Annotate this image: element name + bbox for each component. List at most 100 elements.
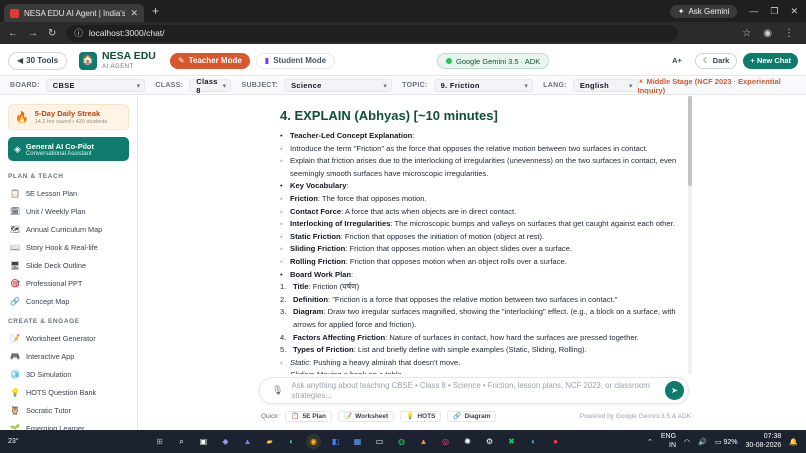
wifi-icon[interactable]: ◠ — [684, 438, 690, 446]
sidebar-create-item[interactable]: 🎮 Interactive App — [10, 347, 137, 365]
scrollbar-thumb[interactable] — [688, 96, 692, 186]
settings-icon[interactable]: ⚙ — [482, 434, 497, 449]
quick-diagram-button[interactable]: 🔗 Diagram — [447, 410, 497, 422]
quick-worksheet-button[interactable]: 📝 Worksheet — [338, 410, 395, 422]
lesson-line-text: Static: Pushing a heavy almirah that doe… — [290, 357, 460, 370]
lesson-line-term: Interlocking of Irregularities — [290, 219, 391, 229]
chat-input[interactable]: Ask anything about teaching CBSE • Class… — [291, 381, 657, 400]
topic-select[interactable]: 9. Friction — [433, 79, 534, 92]
volume-icon[interactable]: 🔊 — [698, 438, 707, 446]
sidebar-plan-item[interactable]: 🎯 Professional PPT — [10, 274, 137, 292]
xbox-icon[interactable]: ✖ — [504, 434, 519, 449]
vscode-icon[interactable]: ◧ — [328, 434, 343, 449]
sidebar-plan-item[interactable]: 📖 Story Hook & Real-life — [10, 238, 137, 256]
browser-menu-icon[interactable]: ⋮ — [784, 28, 794, 39]
photos-icon[interactable]: ◐ — [526, 434, 541, 449]
student-mode-button[interactable]: ▮ Student Mode — [255, 52, 336, 69]
maps-icon[interactable]: ▲ — [416, 434, 431, 449]
language-indicator[interactable]: ENG IN — [661, 433, 676, 449]
lesson-line-body: : List and briefly define with simple ex… — [353, 345, 587, 355]
sidebar-plan-item[interactable]: 🔗 Concept Map — [10, 292, 137, 310]
sidebar-plan-item[interactable]: 🗺 Annual Curriculum Map — [10, 220, 137, 238]
sidebar-create-item[interactable]: 📝 Worksheet Generator — [10, 329, 137, 347]
language-select[interactable]: English — [572, 79, 638, 92]
copilot-button[interactable]: ◈ General AI Co-Pilot Conversational Ass… — [8, 137, 129, 161]
new-tab-button[interactable]: + — [152, 4, 159, 18]
browser-tab[interactable]: NESA EDU AI Agent | India's Sm ✕ — [4, 4, 144, 22]
chatgpt-icon[interactable]: ✺ — [460, 434, 475, 449]
lesson-line: 1. Title: Friction (घर्षण) — [280, 281, 680, 294]
weather-widget[interactable]: 23° — [8, 438, 19, 445]
temperature: 23° — [8, 438, 19, 445]
edge-icon[interactable]: ◐ — [284, 434, 299, 449]
sidebar-plan-item[interactable]: 🖥 Slide Deck Outline — [10, 256, 137, 274]
terminal-icon[interactable]: ▭ — [372, 434, 387, 449]
lesson-line: • Key Vocabulary: — [280, 180, 680, 193]
tools-button[interactable]: ◀ 30 Tools — [8, 51, 68, 70]
instagram-icon[interactable]: ◎ — [438, 434, 453, 449]
sidebar-create-item[interactable]: 🦉 Socratic Tutor — [10, 401, 137, 419]
bookmark-star-icon[interactable]: ☆ — [742, 28, 751, 39]
sidebar-create-item-icon: 🦉 — [10, 405, 20, 415]
lang-code: ENG — [660, 433, 677, 441]
site-info-icon[interactable]: ⓘ — [74, 27, 83, 39]
store-icon[interactable]: ▦ — [350, 434, 365, 449]
record-icon[interactable]: ● — [548, 434, 563, 449]
url-field[interactable]: ⓘ localhost:3000/chat/ — [66, 24, 679, 42]
sidebar-plan-item-icon: 🗺 — [10, 224, 21, 234]
clock[interactable]: 07:38 30-08-2026 — [745, 433, 781, 449]
lesson-line-term: Teacher-Led Concept Explanation — [290, 131, 413, 140]
chrome-icon[interactable]: ◉ — [306, 434, 321, 449]
close-window-button[interactable]: ✕ — [790, 6, 798, 17]
sidebar-create-item[interactable]: 💡 HOTS Question Bank — [10, 383, 137, 401]
student-icon: ▮ — [264, 56, 270, 65]
notifications-icon[interactable]: 🔔 — [789, 438, 798, 446]
back-icon[interactable]: ← — [8, 28, 18, 39]
close-tab-icon[interactable]: ✕ — [130, 8, 138, 19]
lesson-line-text: Definition: "Friction is a force that op… — [293, 294, 617, 307]
bullet-marker: • — [280, 181, 283, 191]
battery-indicator[interactable]: ▭ 92% — [715, 438, 738, 446]
tab-title: NESA EDU AI Agent | India's Sm — [24, 8, 126, 18]
board-select[interactable]: CBSE — [45, 79, 146, 92]
forward-icon[interactable]: → — [28, 28, 38, 39]
browser-tab-bar: NESA EDU AI Agent | India's Sm ✕ + ✦Ask … — [0, 0, 806, 22]
bullet-marker: ◦ — [280, 357, 283, 367]
sidebar-create-item[interactable]: 🌱 Emerging Learner — [10, 419, 137, 431]
profile-icon[interactable]: ◉ — [763, 28, 772, 39]
teams-icon[interactable]: ▲ — [240, 434, 255, 449]
new-chat-button[interactable]: + New Chat — [743, 52, 798, 69]
whatsapp-icon[interactable]: ◍ — [394, 434, 409, 449]
sidebar-create-item[interactable]: 🧊 3D Simulation — [10, 365, 137, 383]
dark-mode-button[interactable]: ☾ Dark — [694, 52, 738, 69]
microphone-icon[interactable]: 🎙 — [272, 385, 283, 396]
lesson-line-body: Introduce the term "Friction" as the for… — [290, 143, 648, 153]
quick-hots-button[interactable]: 💡 HOTS — [400, 410, 442, 422]
lesson-line-body: : Moving a book on a table. — [313, 370, 404, 374]
minimize-button[interactable]: — — [749, 6, 758, 16]
main-area: 4. EXPLAIN (Abhyas) [~10 minutes] • Teach… — [139, 96, 806, 430]
class-select[interactable]: Class 8 — [189, 77, 232, 95]
maximize-button[interactable]: ❐ — [770, 6, 778, 17]
nesa-logo-icon: 🏠 — [79, 51, 98, 70]
powered-by: Powered by Google Gemini 3.5 & ADK — [579, 412, 691, 420]
task-view-icon[interactable]: ▣ — [196, 434, 211, 449]
reload-icon[interactable]: ↻ — [48, 28, 56, 39]
send-button[interactable]: ➤ — [665, 381, 684, 400]
search-icon[interactable]: ⌕ — [174, 434, 189, 449]
widgets-icon[interactable]: ◆ — [218, 434, 233, 449]
lesson-line: ◦ Contact Force: A force that acts when o… — [280, 206, 680, 219]
start-icon[interactable]: ⊞ — [152, 434, 167, 449]
tray-chevron-icon[interactable]: ⌃ — [647, 438, 653, 446]
subject-select[interactable]: Science — [284, 79, 393, 92]
file-explorer-icon[interactable]: ▰ — [262, 434, 277, 449]
font-size-button[interactable]: A+ — [665, 53, 689, 69]
teacher-mode-button[interactable]: ✎ Teacher Mode — [169, 52, 250, 69]
ask-gemini-button[interactable]: ✦ Ask Gemini — [669, 4, 738, 18]
lesson-line-text: Introduce the term "Friction" as the for… — [290, 143, 648, 156]
lesson-line-body: : A force that acts when objects are in … — [341, 206, 517, 216]
sidebar-plan-item[interactable]: 🗓 Unit / Weekly Plan — [10, 202, 137, 220]
sidebar-plan-item[interactable]: 📋 5E Lesson Plan — [10, 184, 137, 202]
lesson-line-text: Static Friction: Friction that opposes t… — [290, 231, 544, 244]
quick-5e-plan-button[interactable]: 📋 5E Plan — [285, 410, 332, 422]
